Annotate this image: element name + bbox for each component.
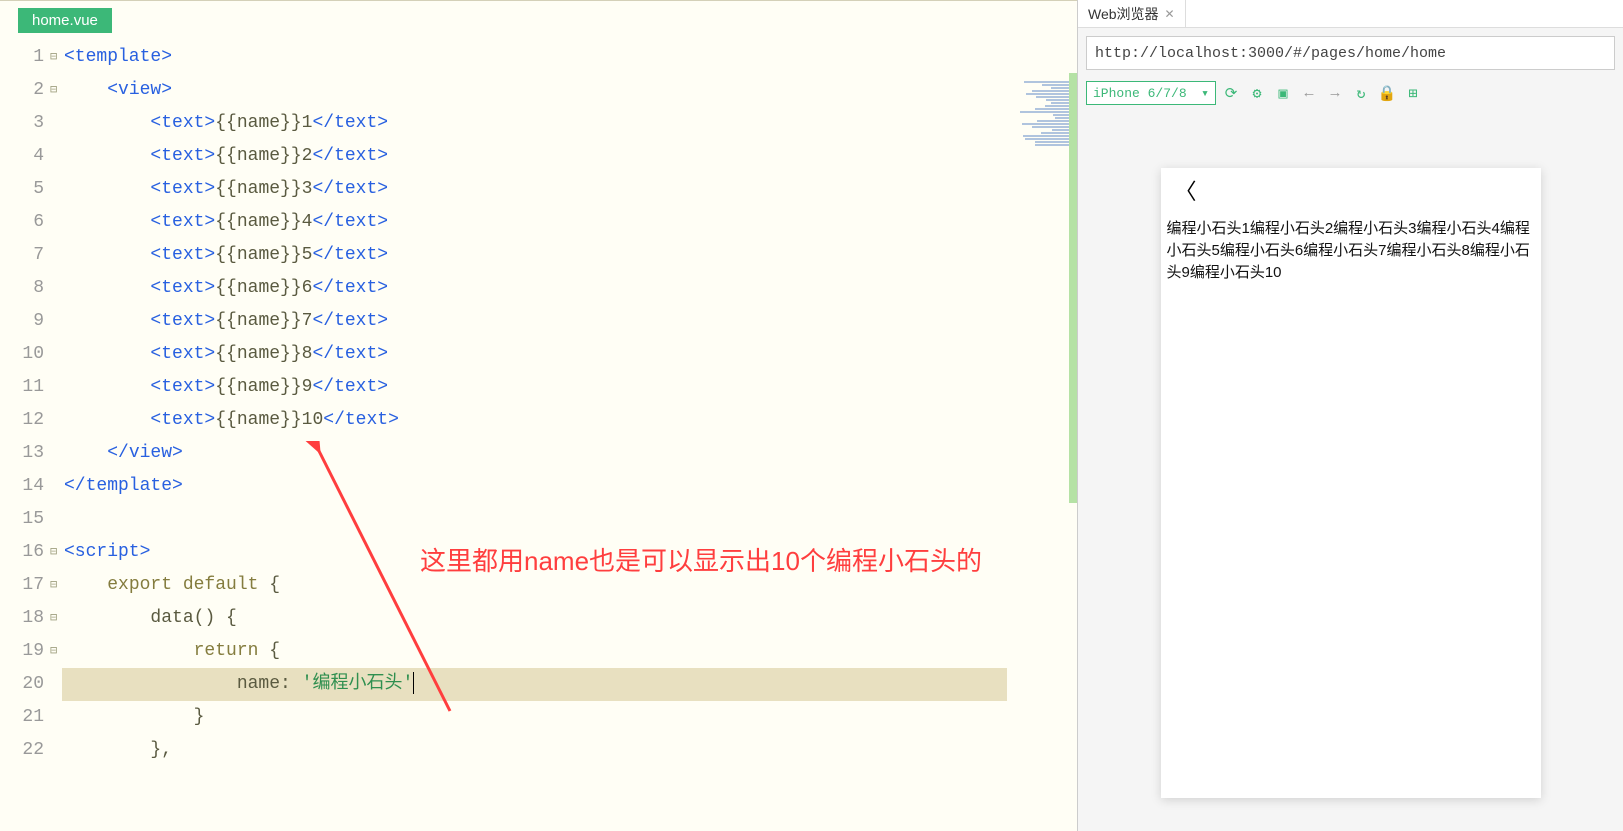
fold-marker[interactable]: [48, 404, 62, 437]
code-line[interactable]: <text>{{name}}9</text>: [62, 371, 1007, 404]
code-line[interactable]: <text>{{name}}7</text>: [62, 305, 1007, 338]
reload-icon[interactable]: ↻: [1350, 82, 1372, 104]
code-line[interactable]: export default {: [62, 569, 1007, 602]
code-line[interactable]: <text>{{name}}3</text>: [62, 173, 1007, 206]
fold-marker[interactable]: [48, 470, 62, 503]
fold-marker[interactable]: ⊟: [48, 41, 62, 74]
fold-marker[interactable]: ⊟: [48, 536, 62, 569]
code-line[interactable]: name: '编程小石头': [62, 668, 1007, 701]
settings-icon[interactable]: ⚙: [1246, 82, 1268, 104]
code-line[interactable]: </view>: [62, 437, 1007, 470]
code-line[interactable]: }: [62, 701, 1007, 734]
fold-marker[interactable]: [48, 338, 62, 371]
fold-marker[interactable]: ⊟: [48, 602, 62, 635]
code-line[interactable]: <text>{{name}}8</text>: [62, 338, 1007, 371]
fold-marker[interactable]: [48, 503, 62, 536]
line-number: 13: [0, 437, 48, 470]
code-line[interactable]: data() {: [62, 602, 1007, 635]
fold-marker[interactable]: ⊟: [48, 635, 62, 668]
lock-icon[interactable]: 🔒: [1376, 82, 1398, 104]
screenshot-icon[interactable]: ▣: [1272, 82, 1294, 104]
line-number: 22: [0, 734, 48, 767]
refresh-icon[interactable]: ⟳: [1220, 82, 1242, 104]
fold-marker[interactable]: ⊟: [48, 569, 62, 602]
line-number: 12: [0, 404, 48, 437]
line-number-gutter: 12345678910111213141516171819202122: [0, 33, 48, 831]
browser-tab[interactable]: Web浏览器 ✕: [1078, 0, 1186, 28]
code-line[interactable]: <text>{{name}}6</text>: [62, 272, 1007, 305]
preview-area: 〈 编程小石头1编程小石头2编程小石头3编程小石头4编程小石头5编程小石头6编程…: [1078, 108, 1623, 831]
code-line[interactable]: </template>: [62, 470, 1007, 503]
line-number: 18: [0, 602, 48, 635]
fold-marker[interactable]: [48, 305, 62, 338]
fold-column: ⊟⊟⊟⊟⊟⊟: [48, 33, 62, 831]
back-chevron-icon[interactable]: 〈: [1175, 174, 1197, 206]
line-number: 20: [0, 668, 48, 701]
line-number: 4: [0, 140, 48, 173]
editor-tab-active[interactable]: home.vue: [18, 8, 112, 33]
line-number: 10: [0, 338, 48, 371]
browser-tab-bar: Web浏览器 ✕: [1078, 0, 1623, 28]
forward-icon[interactable]: →: [1324, 82, 1346, 104]
fold-marker[interactable]: [48, 239, 62, 272]
fold-marker[interactable]: [48, 107, 62, 140]
code-line[interactable]: },: [62, 734, 1007, 767]
code-line[interactable]: <text>{{name}}5</text>: [62, 239, 1007, 272]
browser-panel: Web浏览器 ✕ http://localhost:3000/#/pages/h…: [1077, 0, 1623, 831]
code-line[interactable]: <view>: [62, 74, 1007, 107]
chevron-down-icon: ▾: [1201, 86, 1209, 101]
preview-content: 编程小石头1编程小石头2编程小石头3编程小石头4编程小石头5编程小石头6编程小石…: [1161, 212, 1541, 290]
line-number: 16: [0, 536, 48, 569]
line-number: 1: [0, 41, 48, 74]
close-icon[interactable]: ✕: [1165, 7, 1175, 21]
line-number: 15: [0, 503, 48, 536]
device-select[interactable]: iPhone 6/7/8 ▾: [1086, 81, 1216, 105]
fold-marker[interactable]: [48, 173, 62, 206]
fold-marker[interactable]: [48, 272, 62, 305]
line-number: 5: [0, 173, 48, 206]
line-number: 19: [0, 635, 48, 668]
line-number: 2: [0, 74, 48, 107]
device-select-label: iPhone 6/7/8: [1093, 86, 1187, 101]
line-number: 17: [0, 569, 48, 602]
code-editor-panel: home.vue 1234567891011121314151617181920…: [0, 0, 1077, 831]
editor-tab-bar: home.vue: [0, 1, 1077, 33]
fold-marker[interactable]: [48, 668, 62, 701]
grid-icon[interactable]: ⊞: [1402, 82, 1424, 104]
vertical-scrollbar[interactable]: [1069, 73, 1077, 503]
phone-nav-bar: 〈: [1161, 168, 1541, 212]
fold-marker[interactable]: [48, 206, 62, 239]
code-line[interactable]: <text>{{name}}4</text>: [62, 206, 1007, 239]
code-line[interactable]: <text>{{name}}10</text>: [62, 404, 1007, 437]
code-line[interactable]: <text>{{name}}2</text>: [62, 140, 1007, 173]
phone-frame: 〈 编程小石头1编程小石头2编程小石头3编程小石头4编程小石头5编程小石头6编程…: [1161, 168, 1541, 798]
browser-toolbar: iPhone 6/7/8 ▾ ⟳ ⚙ ▣ ← → ↻ 🔒 ⊞: [1078, 78, 1623, 108]
url-input[interactable]: http://localhost:3000/#/pages/home/home: [1086, 36, 1615, 70]
code-line[interactable]: <template>: [62, 41, 1007, 74]
line-number: 11: [0, 371, 48, 404]
line-number: 8: [0, 272, 48, 305]
code-line[interactable]: return {: [62, 635, 1007, 668]
minimap[interactable]: [1007, 33, 1077, 831]
fold-marker[interactable]: ⊟: [48, 74, 62, 107]
line-number: 3: [0, 107, 48, 140]
line-number: 9: [0, 305, 48, 338]
code-line[interactable]: <script>: [62, 536, 1007, 569]
line-number: 21: [0, 701, 48, 734]
code-content[interactable]: <template> <view> <text>{{name}}1</text>…: [62, 33, 1007, 831]
back-icon[interactable]: ←: [1298, 82, 1320, 104]
line-number: 6: [0, 206, 48, 239]
fold-marker[interactable]: [48, 701, 62, 734]
browser-tab-label: Web浏览器: [1088, 4, 1159, 24]
fold-marker[interactable]: [48, 437, 62, 470]
fold-marker[interactable]: [48, 140, 62, 173]
line-number: 7: [0, 239, 48, 272]
code-line[interactable]: [62, 503, 1007, 536]
fold-marker[interactable]: [48, 734, 62, 767]
code-line[interactable]: <text>{{name}}1</text>: [62, 107, 1007, 140]
fold-marker[interactable]: [48, 371, 62, 404]
line-number: 14: [0, 470, 48, 503]
